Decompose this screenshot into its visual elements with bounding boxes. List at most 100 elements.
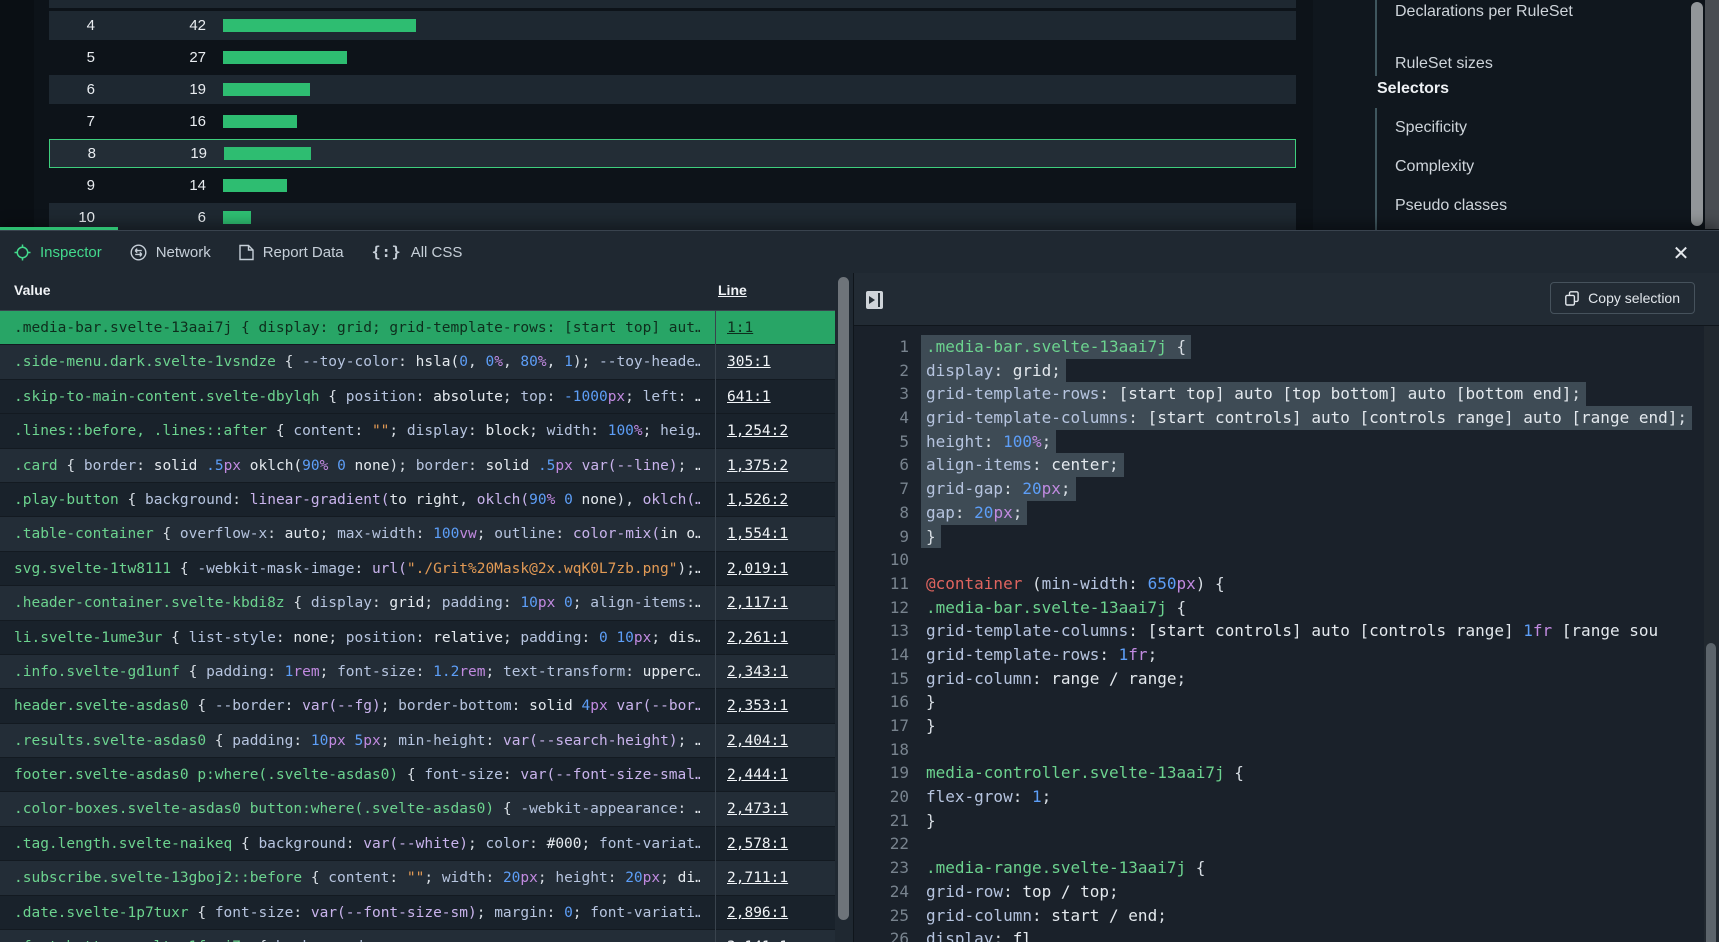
line-link[interactable]: 2,117:1 xyxy=(727,595,788,611)
rule-value-cell: .date.svelte-1p7tuxr { font-size: var(--… xyxy=(14,896,700,930)
chart-row[interactable]: 619 xyxy=(49,75,1296,104)
line-link[interactable]: 2,019:1 xyxy=(727,561,788,577)
table-row[interactable]: .info.svelte-gd1unf { padding: 1rem; fon… xyxy=(0,655,835,689)
table-row[interactable]: .color-boxes.svelte-asdas0 button:where(… xyxy=(0,792,835,826)
line-number: 4 xyxy=(854,406,909,430)
table-row[interactable]: .subscribe.svelte-13gboj2::before { cont… xyxy=(0,861,835,895)
code-line-text: .media-range.svelte-13aai7j { xyxy=(926,856,1205,880)
menu-item[interactable]: Pseudo classes xyxy=(1395,197,1507,215)
rule-value-cell: .play-button { background: linear-gradie… xyxy=(14,483,700,517)
code-line-text: grid-template-columns: [start controls] … xyxy=(926,619,1658,643)
chart-row[interactable]: 106 xyxy=(49,203,1296,232)
code-line: 3 grid-template-rows: [start top] auto [… xyxy=(854,382,1719,406)
menu-item[interactable]: RuleSet sizes xyxy=(1395,55,1493,73)
rule-value-cell: .info.svelte-gd1unf { padding: 1rem; fon… xyxy=(14,655,700,689)
page-scrollbar-track xyxy=(1705,0,1719,229)
column-header-value: Value xyxy=(14,282,51,298)
chart-value-label: 19 xyxy=(95,81,206,98)
table-scrollbar-thumb[interactable] xyxy=(838,277,849,920)
line-link[interactable]: 2,473:1 xyxy=(727,801,788,817)
rule-line-cell: 2,117:1 xyxy=(715,586,835,620)
table-row[interactable]: .side-menu.dark.svelte-1vsndze { --toy-c… xyxy=(0,345,835,379)
chart-value-label: 19 xyxy=(96,145,207,162)
table-row[interactable]: .header-container.svelte-kbdi8z { displa… xyxy=(0,586,835,620)
line-number: 18 xyxy=(854,738,909,762)
table-row[interactable]: .table-container { overflow-x: auto; max… xyxy=(0,517,835,551)
rule-value-cell: .results.svelte-asdas0 { padding: 10px 5… xyxy=(14,724,700,758)
line-link[interactable]: 1,254:2 xyxy=(727,423,788,439)
table-row[interactable]: .fact-button.svelte-1fwxj7z { background… xyxy=(0,930,835,942)
rule-value-cell: .tag.length.svelte-naikeq { background: … xyxy=(14,827,700,861)
rule-value-cell: .fact-button.svelte-1fwxj7z { background… xyxy=(14,930,700,942)
code-editor: 1.media-bar.svelte-13aai7j {2 display: g… xyxy=(854,326,1719,942)
line-number: 5 xyxy=(854,430,909,454)
table-row[interactable]: .skip-to-main-content.svelte-dbylqh { po… xyxy=(0,380,835,414)
rule-value-cell: .card { border: solid .5px oklch(90% 0 n… xyxy=(14,449,700,483)
code-line-text: grid-template-rows: [start top] auto [to… xyxy=(921,382,1586,406)
chart-row[interactable]: 527 xyxy=(49,43,1296,72)
chart-row[interactable]: 914 xyxy=(49,171,1296,200)
line-link[interactable]: 305:1 xyxy=(727,354,771,370)
line-link[interactable]: 2,711:1 xyxy=(727,870,788,886)
copy-selection-button[interactable]: Copy selection xyxy=(1550,282,1695,314)
table-row[interactable]: .date.svelte-1p7tuxr { font-size: var(--… xyxy=(0,896,835,930)
line-link[interactable]: 1,554:1 xyxy=(727,526,788,542)
code-line: 5 height: 100%; xyxy=(854,430,1719,454)
column-header-line[interactable]: Line xyxy=(718,282,747,298)
chart-row[interactable]: 716 xyxy=(49,107,1296,136)
rule-value-cell: header.svelte-asdas0 { --border: var(--f… xyxy=(14,689,700,723)
code-line: 10 xyxy=(854,548,1719,572)
line-number: 15 xyxy=(854,667,909,691)
table-row[interactable]: li.svelte-1ume3ur { list-style: none; po… xyxy=(0,621,835,655)
rule-value-cell: .skip-to-main-content.svelte-dbylqh { po… xyxy=(14,380,700,414)
chart-row[interactable]: 819 xyxy=(49,139,1296,168)
table-row[interactable]: .tag.length.svelte-naikeq { background: … xyxy=(0,827,835,861)
line-link[interactable]: 2,353:1 xyxy=(727,698,788,714)
tab-report-data[interactable]: Report Data xyxy=(239,244,344,261)
table-row[interactable]: .media-bar.svelte-13aai7j { display: gri… xyxy=(0,311,835,345)
table-row[interactable]: footer.svelte-asdas0 p:where(.svelte-asd… xyxy=(0,758,835,792)
code-line: 24 grid-row: top / top; xyxy=(854,880,1719,904)
rule-line-cell: 1,554:1 xyxy=(715,517,835,551)
chart-row[interactable]: 442 xyxy=(49,11,1296,40)
tab-network[interactable]: Network xyxy=(130,244,211,261)
line-link[interactable]: 2,404:1 xyxy=(727,733,788,749)
chart-bar xyxy=(224,147,311,160)
code-line-text: height: 100%; xyxy=(921,430,1056,454)
chart-category-label: 7 xyxy=(49,113,95,130)
report-icon xyxy=(239,244,254,261)
code-line-text: display: grid; xyxy=(921,359,1066,383)
tab-all-css[interactable]: {:}All CSS xyxy=(372,243,463,261)
line-link[interactable]: 1,375:2 xyxy=(727,458,788,474)
table-row[interactable]: .play-button { background: linear-gradie… xyxy=(0,483,835,517)
line-link[interactable]: 1,526:2 xyxy=(727,492,788,508)
code-scrollbar-thumb[interactable] xyxy=(1706,643,1716,942)
line-number: 12 xyxy=(854,596,909,620)
table-row[interactable]: .card { border: solid .5px oklch(90% 0 n… xyxy=(0,449,835,483)
table-row[interactable]: svg.svelte-1tw8111 { -webkit-mask-image:… xyxy=(0,552,835,586)
code-line-text: media-controller.svelte-13aai7j { xyxy=(926,761,1244,785)
panel-toggle-icon[interactable] xyxy=(866,291,883,309)
menu-item[interactable]: Specificity xyxy=(1395,119,1467,137)
menu-item[interactable]: Declarations per RuleSet xyxy=(1395,3,1573,21)
code-line: 25 grid-column: start / end; xyxy=(854,904,1719,928)
table-row[interactable]: .lines::before, .lines::after { content:… xyxy=(0,414,835,448)
table-row[interactable]: header.svelte-asdas0 { --border: var(--f… xyxy=(0,689,835,723)
line-link[interactable]: 2,896:1 xyxy=(727,905,788,921)
chart-category-label: 8 xyxy=(50,145,96,162)
line-link[interactable]: 2,578:1 xyxy=(727,836,788,852)
rule-line-cell: 2,473:1 xyxy=(715,792,835,826)
menu-item[interactable]: Complexity xyxy=(1395,158,1474,176)
line-link[interactable]: 1:1 xyxy=(727,320,753,336)
tab-inspector[interactable]: Inspector xyxy=(14,244,102,261)
code-line-text: grid-column: start / end; xyxy=(926,904,1167,928)
table-header-row: Value Line xyxy=(0,273,835,311)
table-row[interactable]: .results.svelte-asdas0 { padding: 10px 5… xyxy=(0,724,835,758)
line-link[interactable]: 2,261:1 xyxy=(727,630,788,646)
page-scrollbar-thumb[interactable] xyxy=(1691,2,1703,226)
close-icon[interactable]: ✕ xyxy=(1671,243,1691,263)
line-link[interactable]: 2,444:1 xyxy=(727,767,788,783)
rule-line-cell: 2,353:1 xyxy=(715,689,835,723)
line-link[interactable]: 2,343:1 xyxy=(727,664,788,680)
line-link[interactable]: 641:1 xyxy=(727,389,771,405)
